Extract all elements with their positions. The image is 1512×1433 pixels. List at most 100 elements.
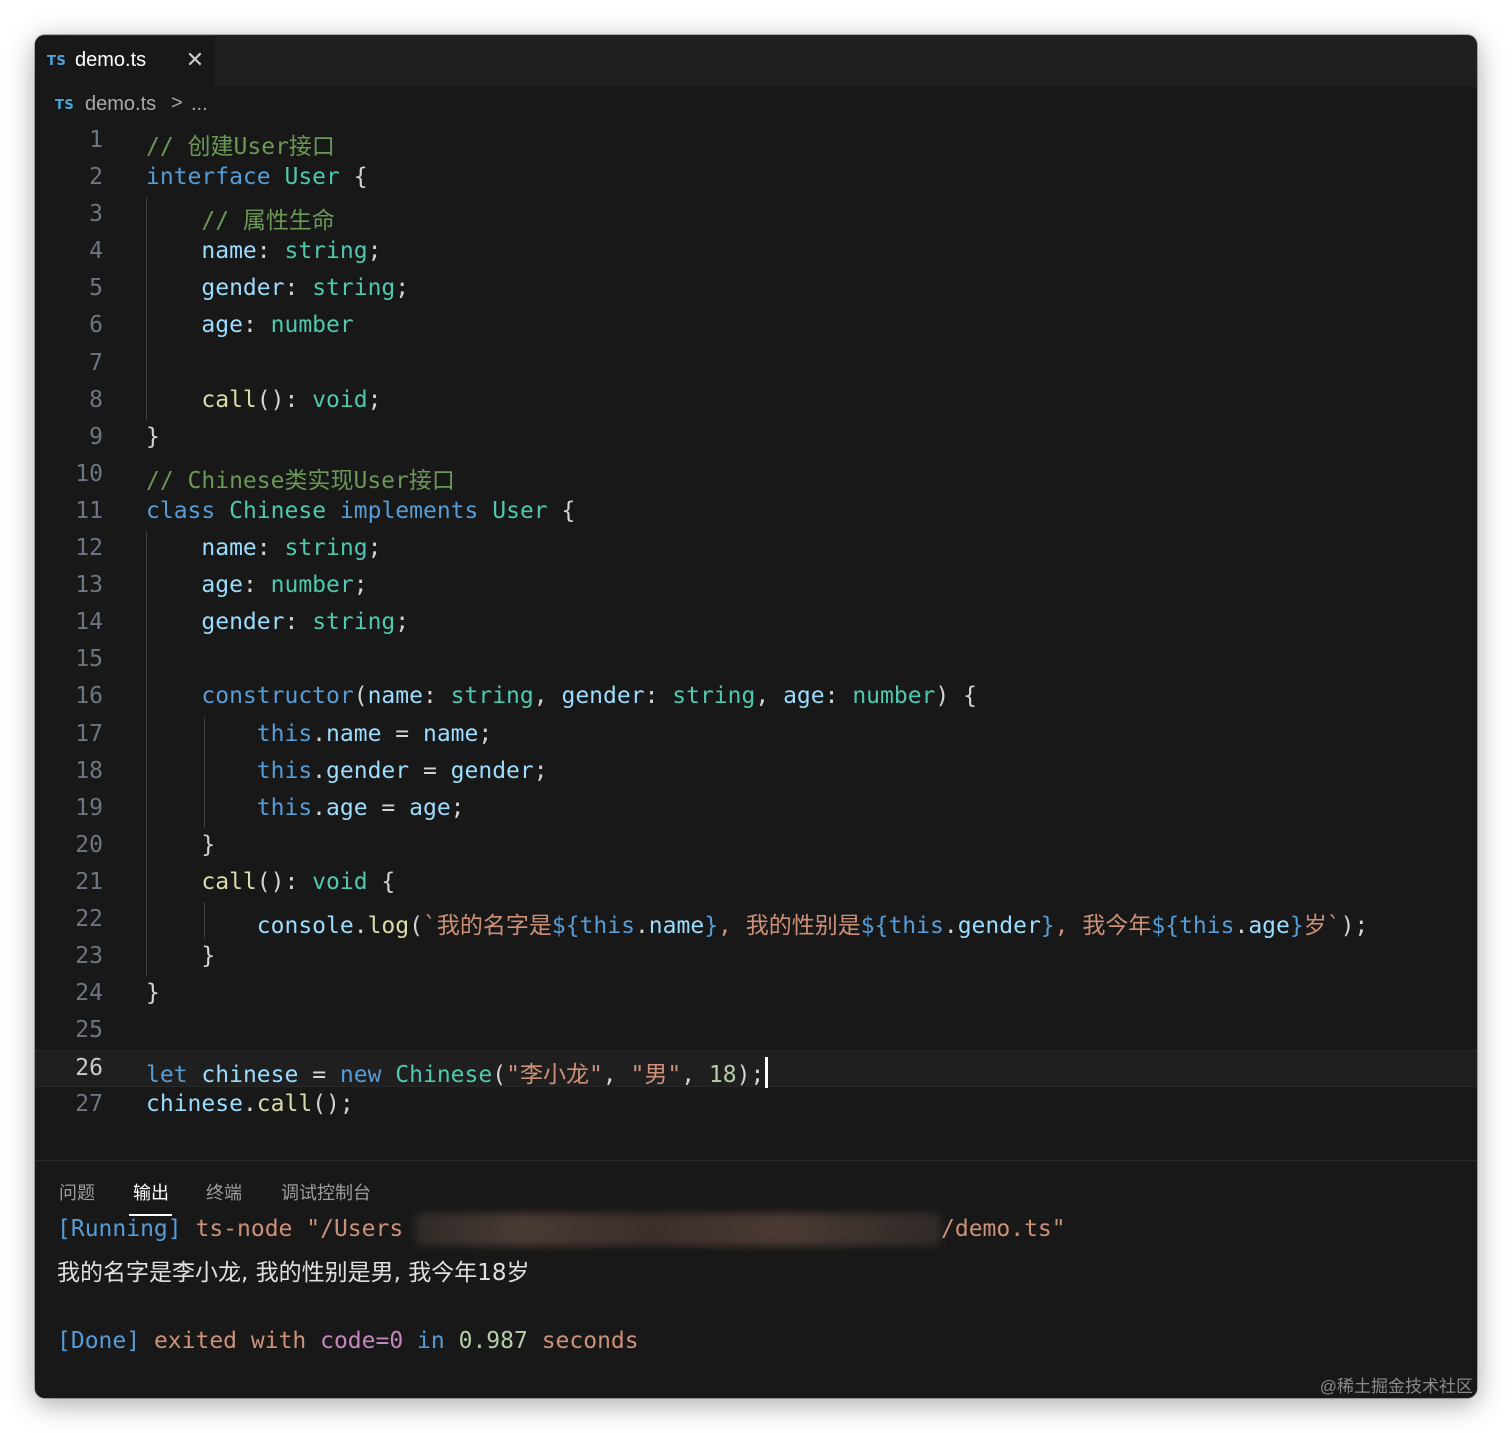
code-text[interactable]: console.log(`我的名字是${this.name}, 我的性别是${t… — [146, 906, 1369, 940]
code-editor[interactable]: 1// 创建User接口 2 interface User { 3 // 属性生命 4 … — [35, 123, 1477, 1125]
code-line[interactable]: 27 chinese.call(); — [35, 1087, 1477, 1124]
breadcrumb-symbols[interactable]: ... — [191, 93, 208, 116]
code-text[interactable]: age: number — [146, 312, 353, 338]
tab-problems[interactable]: 问题 — [59, 1179, 95, 1205]
code-text[interactable]: this.age = age; — [146, 795, 465, 821]
tab-terminal[interactable]: 终端 — [206, 1179, 242, 1205]
code-line[interactable]: 12 name: string; — [35, 531, 1477, 568]
code-line[interactable]: 10 // Chinese类实现User接口 — [35, 457, 1477, 494]
code-text[interactable]: interface User { — [146, 164, 368, 190]
code-token: call — [201, 868, 257, 895]
code-text[interactable]: constructor(name: string, gender: string… — [146, 683, 977, 709]
code-line[interactable]: 2 interface User { — [35, 160, 1477, 197]
code-token: } — [146, 943, 216, 970]
code-token: ; — [367, 386, 382, 413]
code-token: ; — [450, 794, 465, 821]
code-line[interactable]: 24} — [35, 976, 1477, 1013]
code-token: : — [284, 275, 313, 302]
code-token: name — [201, 238, 257, 265]
code-text[interactable]: this.name = name; — [146, 721, 492, 747]
code-line[interactable]: 1 // 创建User接口 — [35, 123, 1477, 160]
code-token: ${ — [1151, 912, 1180, 939]
code-token: : — [284, 609, 313, 636]
breadcrumb-file[interactable]: demo.ts — [85, 93, 156, 116]
code-token: this — [256, 794, 313, 821]
done-exit-code: code=0 — [320, 1328, 404, 1354]
code-line[interactable]: 8 call(): void; — [35, 383, 1477, 420]
code-line[interactable]: 9} — [35, 420, 1477, 457]
code-token: } — [146, 980, 160, 1007]
code-line[interactable]: 13 age: number; — [35, 568, 1477, 605]
code-text[interactable]: call(): void; — [146, 387, 381, 413]
code-text[interactable]: class Chinese implements User { — [146, 498, 575, 524]
code-token: this — [888, 912, 944, 939]
code-text[interactable]: } — [146, 980, 160, 1006]
code-text[interactable]: // 属性生命 — [146, 201, 335, 235]
code-line[interactable]: 16 constructor(name: string, gender: str… — [35, 679, 1477, 716]
code-line[interactable]: 23 } — [35, 939, 1477, 976]
code-text[interactable]: // Chinese类实现User接口 — [146, 461, 455, 495]
code-token: { — [367, 868, 396, 895]
code-text[interactable]: age: number; — [146, 572, 367, 598]
code-line[interactable]: 21 call(): void { — [35, 865, 1477, 902]
code-text[interactable]: gender: string; — [146, 275, 409, 301]
code-token: } — [146, 423, 160, 450]
line-number: 2 — [89, 164, 103, 191]
code-line[interactable]: 15 — [35, 642, 1477, 679]
line-number: 14 — [75, 609, 103, 636]
watermark: @稀土掘金技术社区 — [1319, 1377, 1473, 1396]
code-line[interactable]: 4 name: string; — [35, 234, 1477, 271]
code-line[interactable]: 26 let chinese = new Chinese("李小龙", "男", … — [35, 1050, 1477, 1089]
code-line[interactable]: 25 — [35, 1013, 1477, 1050]
code-line[interactable]: 5 gender: string; — [35, 271, 1477, 308]
code-line[interactable]: 18 this.gender = gender; — [35, 754, 1477, 791]
code-token: Chinese — [229, 497, 327, 524]
code-text[interactable]: gender: string; — [146, 609, 409, 635]
editor-window: TS demo.ts ✕ TS demo.ts > ... 1 // 创建User… — [35, 35, 1477, 1398]
code-line[interactable]: 22 console.log(`我的名字是${this.name}, 我的性别是… — [35, 902, 1477, 939]
text-cursor — [765, 1057, 769, 1089]
close-icon[interactable]: ✕ — [183, 48, 207, 72]
code-token: ( — [353, 683, 368, 710]
code-token: . — [353, 912, 368, 939]
code-token: log — [367, 912, 410, 939]
code-token: constructor — [201, 683, 354, 710]
code-line[interactable]: 19 this.age = age; — [35, 791, 1477, 828]
code-token: new — [339, 1062, 382, 1089]
code-text[interactable]: } — [146, 832, 215, 858]
code-token: gender — [957, 912, 1041, 939]
code-token: call — [256, 1091, 313, 1118]
code-text[interactable]: name: string; — [146, 535, 381, 561]
code-token: . — [1234, 912, 1249, 939]
tab-output[interactable]: 输出 — [133, 1179, 169, 1205]
code-text[interactable]: chinese.call(); — [146, 1091, 354, 1117]
code-text[interactable]: } — [146, 943, 215, 969]
code-token: : — [256, 238, 285, 265]
tab-debug-console[interactable]: 调试控制台 — [281, 1179, 371, 1205]
line-number: 11 — [75, 497, 103, 524]
line-number: 16 — [75, 683, 103, 710]
code-token: = — [381, 720, 423, 747]
code-line[interactable]: 20 } — [35, 828, 1477, 865]
code-text[interactable]: call(): void { — [146, 869, 395, 895]
code-token: name — [367, 683, 423, 710]
code-text[interactable]: } — [146, 424, 160, 450]
code-line[interactable]: 3 // 属性生命 — [35, 197, 1477, 234]
tab-demo-ts[interactable]: TS demo.ts ✕ — [35, 35, 215, 87]
code-text[interactable]: this.gender = gender; — [146, 758, 548, 784]
code-line[interactable]: 14 gender: string; — [35, 605, 1477, 642]
done-tag: [Done] — [57, 1328, 141, 1354]
code-line[interactable]: 7 — [35, 346, 1477, 383]
code-text[interactable]: name: string; — [146, 238, 381, 264]
code-text[interactable]: let chinese = new Chinese("李小龙", "男", 18… — [146, 1055, 769, 1089]
code-token: // 属性生命 — [146, 208, 335, 235]
output-done-line: [Done] exited with code=0 in 0.987 secon… — [57, 1328, 639, 1354]
code-token: . — [943, 912, 958, 939]
code-line[interactable]: 11 class Chinese implements User { — [35, 494, 1477, 531]
code-text[interactable]: // 创建User接口 — [146, 127, 335, 161]
code-line[interactable]: 17 this.name = name; — [35, 717, 1477, 754]
code-line[interactable]: 6 age: number — [35, 308, 1477, 345]
